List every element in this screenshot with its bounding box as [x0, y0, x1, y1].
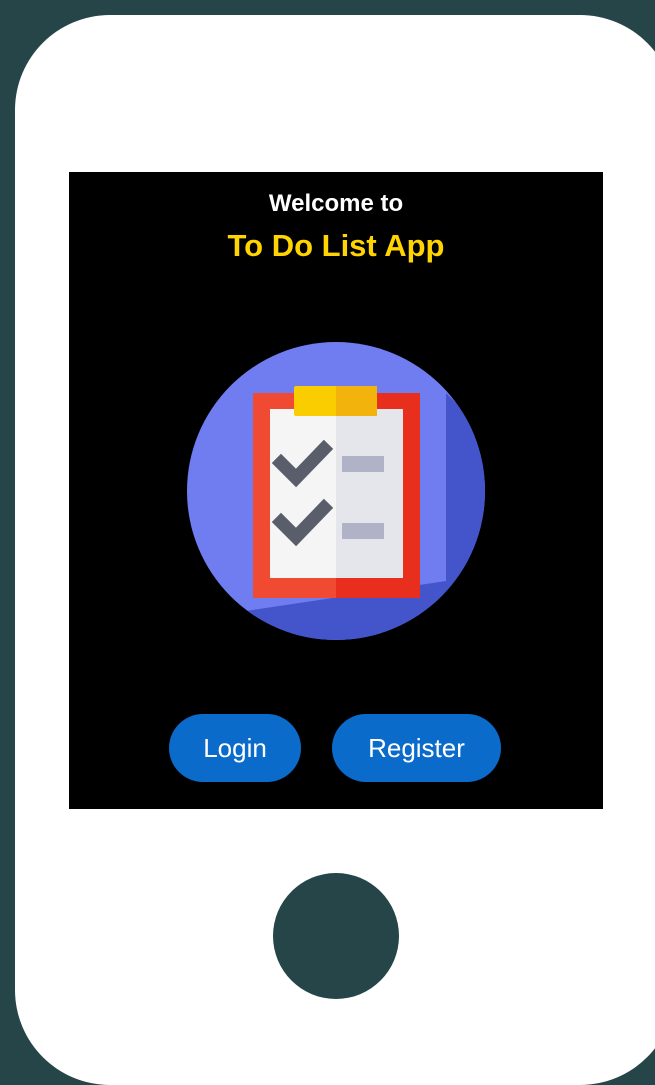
clipboard-clip-shade [336, 386, 377, 416]
app-screen: Welcome to To Do List App Login Register [69, 172, 603, 809]
clipboard-paper-shade [336, 409, 403, 578]
clipboard-checklist-icon [187, 342, 485, 640]
welcome-heading: Welcome to [268, 190, 404, 217]
login-button[interactable]: Login [169, 714, 301, 782]
checklist-line [342, 456, 384, 472]
app-title: To Do List App [227, 228, 445, 263]
checklist-line [342, 523, 384, 539]
home-button[interactable] [273, 873, 399, 999]
register-button[interactable]: Register [332, 714, 501, 782]
